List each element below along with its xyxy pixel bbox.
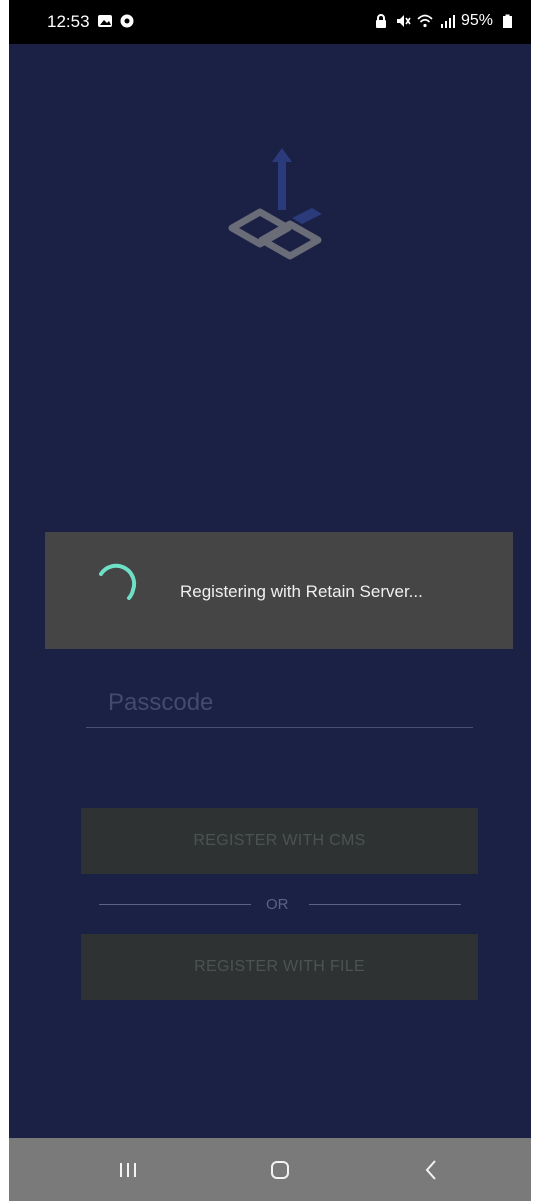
divider-line-right: [309, 904, 461, 905]
signal-icon: [440, 15, 455, 28]
app-logo-icon: [228, 148, 322, 260]
phone-screen: 12:53 95% Registering with Retain Server…: [9, 0, 531, 1201]
back-icon: [425, 1159, 436, 1180]
progress-dialog: Registering with Retain Server...: [45, 532, 513, 649]
or-label: OR: [266, 896, 289, 913]
status-bar: 12:53 95%: [9, 0, 531, 44]
dialog-message: Registering with Retain Server...: [180, 582, 423, 601]
loading-spinner-icon: [99, 563, 137, 600]
navigation-bar: [9, 1138, 531, 1201]
battery-icon: [503, 14, 512, 28]
or-divider: OR: [99, 893, 461, 917]
register-with-cms-button[interactable]: REGISTER WITH CMS: [81, 808, 478, 874]
shield-icon: [120, 14, 134, 28]
passcode-placeholder: Passcode: [108, 689, 214, 716]
back-button[interactable]: [391, 1138, 471, 1201]
home-icon: [271, 1160, 289, 1179]
recents-icon: [120, 1162, 136, 1177]
passcode-input[interactable]: Passcode: [86, 685, 473, 728]
recents-button[interactable]: [88, 1138, 168, 1201]
register-with-cms-label: REGISTER WITH CMS: [193, 832, 366, 849]
register-with-file-button[interactable]: REGISTER WITH FILE: [81, 934, 478, 1000]
battery-percent: 95%: [460, 12, 493, 29]
gallery-icon: [98, 15, 112, 27]
home-button[interactable]: [240, 1138, 320, 1201]
status-right-icons: 95%: [373, 12, 515, 30]
lock-icon: [375, 14, 386, 28]
divider-line-left: [99, 904, 251, 905]
wifi-icon: [417, 14, 433, 28]
register-with-file-label: REGISTER WITH FILE: [194, 958, 365, 975]
mute-icon: [396, 15, 411, 27]
status-left-icons: [97, 13, 135, 29]
status-time: 12:53: [47, 12, 90, 31]
